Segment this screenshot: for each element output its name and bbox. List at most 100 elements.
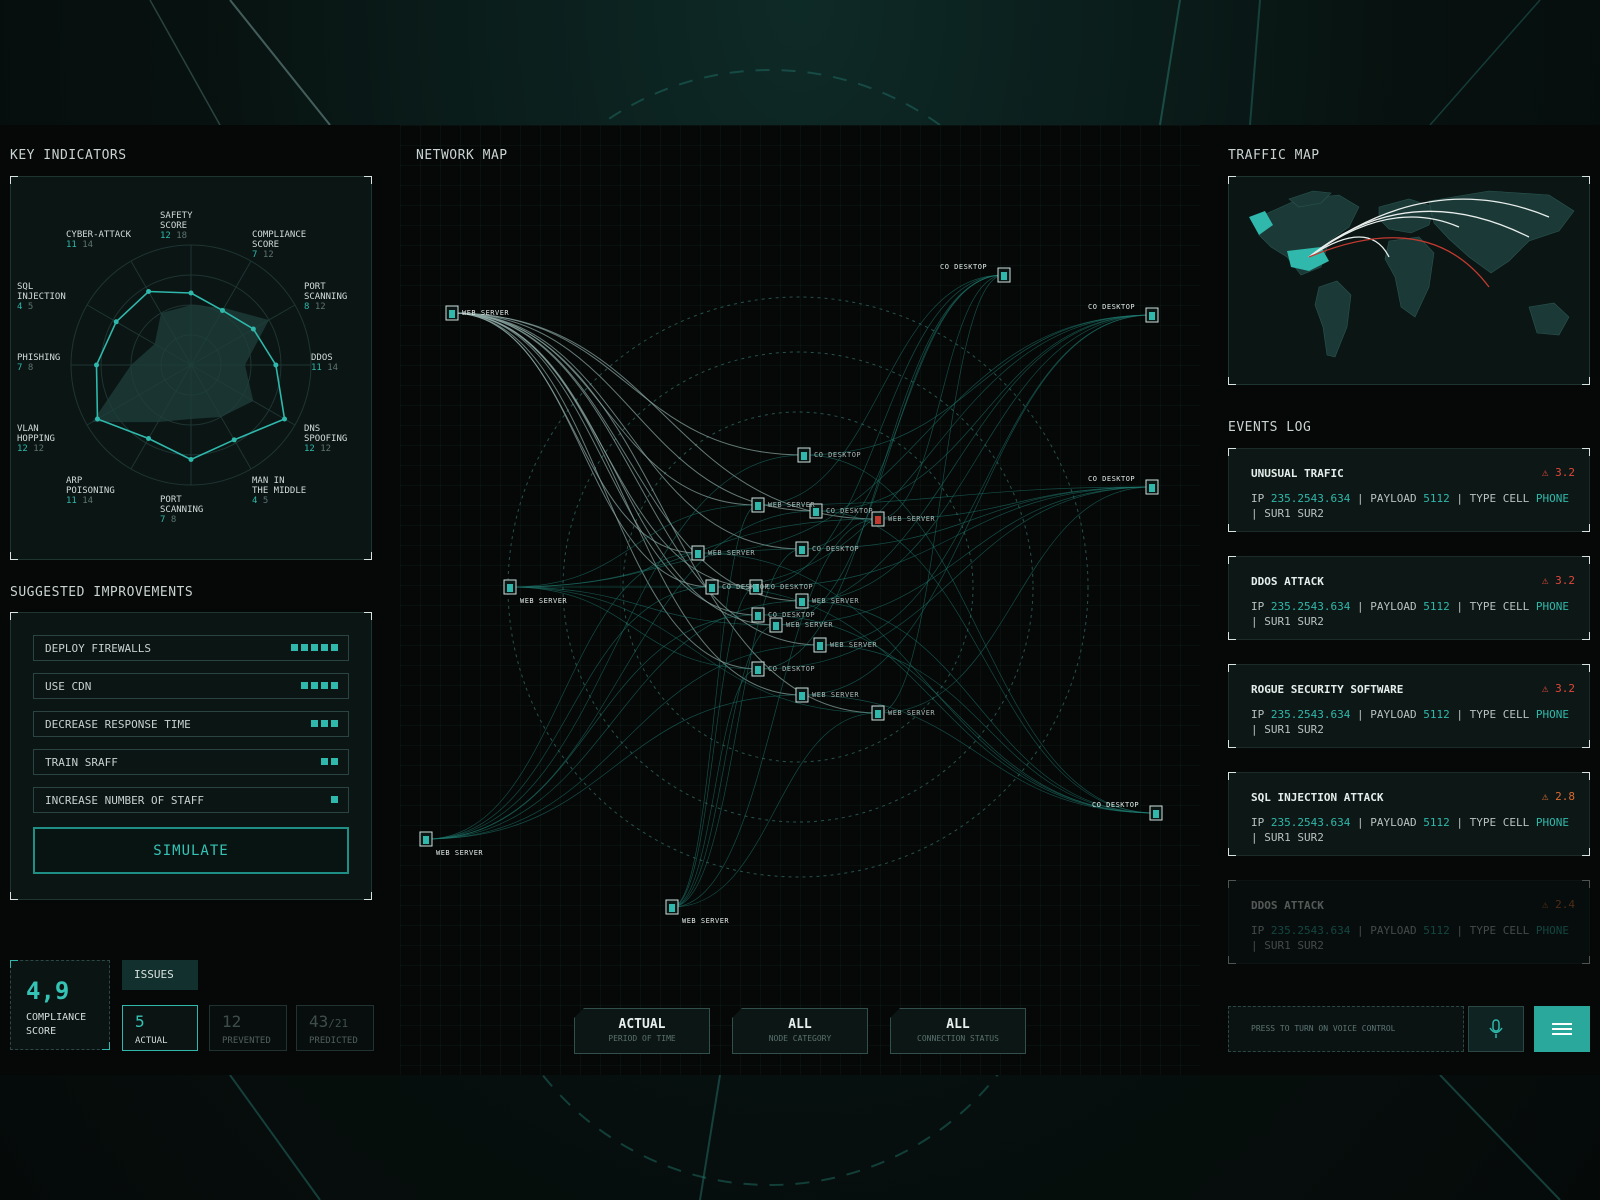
issues-prevented[interactable]: 12 PREVENTED	[209, 1005, 287, 1051]
event-ip: 235.2543.634	[1270, 816, 1351, 829]
network-node[interactable]	[751, 497, 765, 513]
event-title: UNUSUAL TRAFIC	[1251, 467, 1344, 480]
radar-label-value: 12	[160, 231, 171, 241]
radar-label-text: ARP POISONING	[66, 475, 115, 496]
filter-period-of-time[interactable]: ACTUAL PERIOD OF TIME	[574, 1008, 710, 1054]
node-icon	[813, 508, 819, 516]
network-link	[451, 312, 803, 550]
network-node[interactable]	[795, 541, 809, 557]
event-details: IP 235.2543.634 | PAYLOAD 5112 | TYPE CE…	[1251, 708, 1569, 736]
improvements-panel: DEPLOY FIREWALLS USE CDN DECREASE RESPONSE…	[10, 612, 372, 900]
radar-label-value: 11	[66, 495, 77, 506]
improvement-item[interactable]: USE CDN	[33, 673, 349, 699]
improvement-item[interactable]: DEPLOY FIREWALLS	[33, 635, 349, 661]
event-ip-label: IP	[1251, 816, 1265, 829]
traffic-map-panel	[1228, 176, 1590, 385]
network-node-label: WEB SERVER	[888, 709, 936, 717]
network-link	[711, 314, 1153, 588]
warning-icon: ⚠	[1541, 682, 1549, 695]
improvement-item[interactable]: INCREASE NUMBER OF STAFF	[33, 787, 349, 813]
network-node[interactable]	[871, 511, 885, 527]
network-node-label: WEB SERVER	[520, 597, 568, 605]
network-node[interactable]	[503, 579, 517, 595]
level-dot	[301, 644, 308, 651]
suggested-improvements-title: SUGGESTED IMPROVEMENTS	[10, 585, 194, 600]
improvement-label: DECREASE RESPONSE TIME	[45, 718, 191, 731]
warning-icon: ⚠	[1541, 466, 1549, 479]
network-node[interactable]	[445, 305, 459, 321]
radar-point	[220, 307, 225, 313]
radar-label-text: COMPLIANCE SCORE	[252, 230, 307, 251]
network-node[interactable]	[769, 617, 783, 633]
voice-control-input[interactable]: PRESS TO TURN ON VOICE CONTROL	[1228, 1006, 1464, 1052]
event-card[interactable]: DDOS ATTACK ⚠ 3.2 IP 235.2543.634 | PAYLOA…	[1228, 556, 1590, 640]
radar-point	[146, 435, 152, 441]
radar-label-text: PORT SCANNING	[160, 495, 204, 515]
node-icon	[669, 904, 675, 912]
network-node-label: WEB SERVER	[436, 849, 484, 857]
radar-label-text: CYBER-ATTACK	[66, 230, 132, 241]
node-icon	[817, 642, 823, 650]
network-link	[425, 586, 713, 840]
radar-label: VLAN HOPPING 12 12	[17, 424, 55, 454]
warning-icon: ⚠	[1541, 898, 1549, 911]
key-indicators-panel: SAFETY SCORE 12 18 COMPLIANCE SCORE 7 12 POR…	[10, 176, 372, 560]
radar-label-text: DDOS	[311, 353, 333, 363]
event-card[interactable]: ROGUE SECURITY SOFTWARE ⚠ 3.2 IP 235.2543.…	[1228, 664, 1590, 748]
network-node[interactable]	[419, 831, 433, 847]
microphone-icon	[1489, 1019, 1503, 1038]
event-severity: ⚠ 3.2	[1542, 466, 1575, 479]
network-node[interactable]	[997, 267, 1011, 283]
radar-label: PORT SCANNING 8 12	[304, 282, 347, 312]
network-node[interactable]	[705, 579, 719, 595]
event-payload-label: PAYLOAD	[1370, 492, 1417, 505]
radar-label-value: 7	[160, 515, 166, 525]
radar-label-max: 14	[82, 495, 94, 506]
network-node[interactable]	[795, 687, 809, 703]
event-card[interactable]: DDOS ATTACK ⚠ 2.4 IP 235.2543.634 | PAYLOA…	[1228, 880, 1590, 964]
improvement-item[interactable]: TRAIN SRAFF	[33, 749, 349, 775]
improvement-item[interactable]: DECREASE RESPONSE TIME	[33, 711, 349, 737]
level-dot	[311, 644, 318, 651]
level-dot	[321, 644, 328, 651]
network-node[interactable]	[795, 593, 809, 609]
radar-label-text: VLAN HOPPING	[17, 424, 55, 444]
node-icon	[755, 502, 761, 510]
network-node-label: WEB SERVER	[812, 597, 860, 605]
network-node[interactable]	[1145, 307, 1159, 323]
network-link	[509, 586, 777, 626]
network-node[interactable]	[691, 545, 705, 561]
network-node-label: CO DESKTOP	[826, 507, 874, 515]
network-node[interactable]	[1145, 479, 1159, 495]
network-node[interactable]	[797, 447, 811, 463]
filter-node-category[interactable]: ALL NODE CATEGORY	[732, 1008, 868, 1054]
network-node-label: WEB SERVER	[768, 501, 816, 509]
warning-icon: ⚠	[1541, 790, 1549, 803]
event-ip: 235.2543.634	[1270, 708, 1351, 721]
event-severity-value: 2.8	[1555, 790, 1575, 803]
events-log-title: EVENTS LOG	[1228, 420, 1312, 435]
radar-point	[146, 289, 152, 295]
event-card[interactable]: SQL INJECTION ATTACK ⚠ 2.8 IP 235.2543.634…	[1228, 772, 1590, 856]
issues-predicted[interactable]: 43/21 PREDICTED	[296, 1005, 374, 1051]
event-card[interactable]: UNUSUAL TRAFIC ⚠ 3.2 IP 235.2543.634 | PAY…	[1228, 448, 1590, 532]
improvement-label: INCREASE NUMBER OF STAFF	[45, 794, 204, 807]
network-node[interactable]	[751, 607, 765, 623]
event-ip-label: IP	[1251, 924, 1265, 937]
issues-actual[interactable]: 5 ACTUAL	[122, 1005, 198, 1051]
microphone-button[interactable]	[1468, 1006, 1524, 1052]
menu-button[interactable]	[1534, 1006, 1590, 1052]
node-icon	[695, 550, 701, 558]
simulate-button[interactable]: SIMULATE	[33, 827, 349, 874]
level-dot	[331, 644, 338, 651]
network-node[interactable]	[751, 661, 765, 677]
network-link	[801, 314, 1153, 696]
radar-label-value: 4	[17, 302, 23, 312]
event-extra: | SUR1 SUR2	[1251, 507, 1324, 520]
network-node[interactable]	[871, 705, 885, 721]
network-node[interactable]	[1149, 805, 1163, 821]
network-node[interactable]	[813, 637, 827, 653]
filter-connection-status[interactable]: ALL CONNECTION STATUS	[890, 1008, 1026, 1054]
node-icon	[799, 546, 805, 554]
network-node[interactable]	[665, 899, 679, 915]
